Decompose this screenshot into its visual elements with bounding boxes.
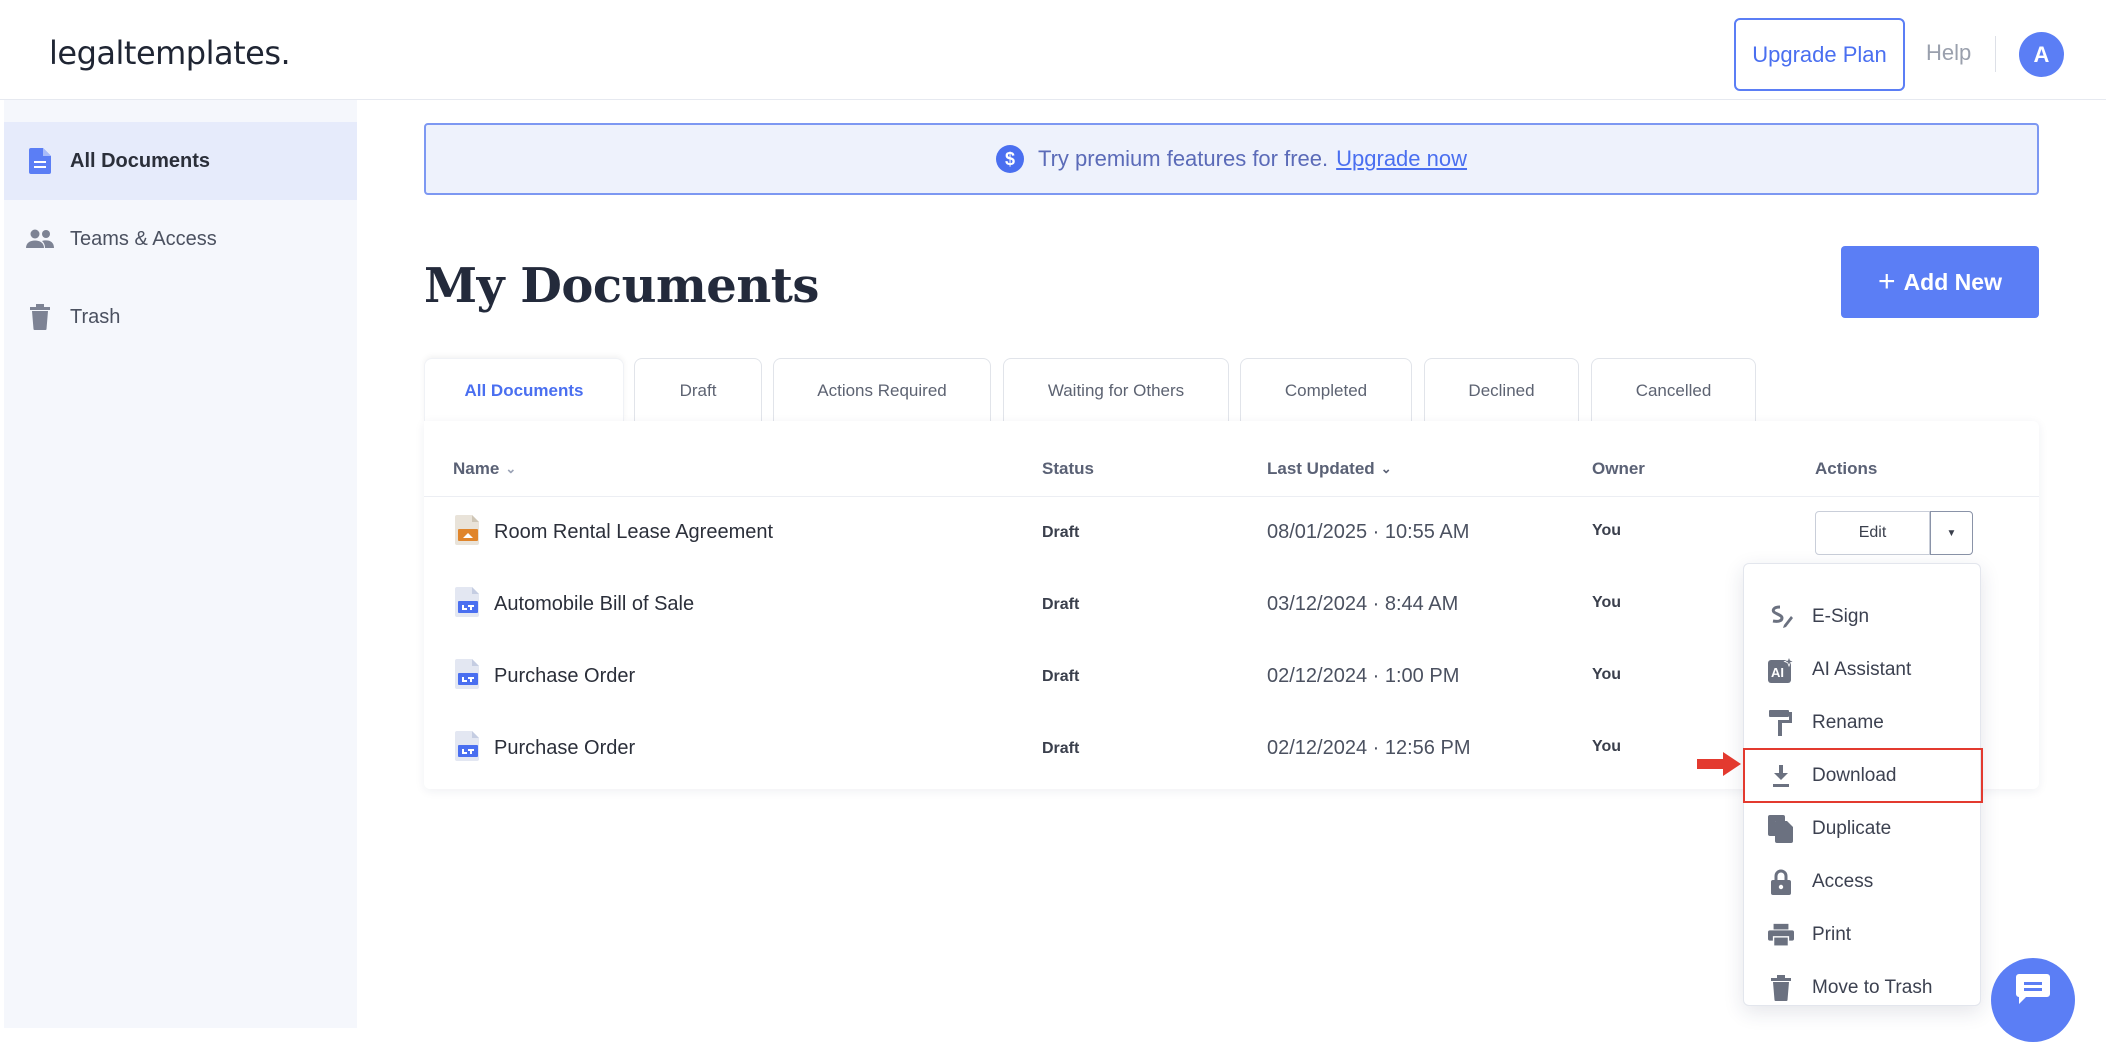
help-link[interactable]: Help — [1926, 40, 1971, 66]
column-header-last-updated[interactable]: Last Updated ⌄ — [1267, 459, 1392, 479]
promo-banner: $ Try premium features for free. Upgrade… — [424, 123, 2039, 195]
tab-cancelled[interactable]: Cancelled — [1591, 358, 1756, 422]
last-updated: 02/12/2024 · 12:56 PM — [1267, 737, 1471, 759]
actions-menu: E-Sign AI AI Assistant Rename Download D… — [1743, 563, 1983, 1006]
tab-all-documents[interactable]: All Documents — [424, 358, 624, 422]
table-row[interactable]: Room Rental Lease Agreement Draft 08/01/… — [424, 497, 2039, 569]
plus-icon: + — [1878, 265, 1896, 298]
sidebar-item-label: All Documents — [70, 149, 211, 172]
menu-item-label: Download — [1812, 764, 1897, 786]
top-bar: legaltemplates. Upgrade Plan Help A — [0, 0, 2106, 100]
promo-text: Try premium features for free. — [1037, 146, 1329, 171]
chat-icon — [2016, 974, 2050, 1009]
sidebar-item-teams-access[interactable]: Teams & Access — [4, 200, 357, 278]
status-badge: Draft — [1042, 524, 1080, 541]
sidebar-item-label: Trash — [70, 305, 121, 328]
menu-item-rename[interactable]: Rename — [1744, 696, 1982, 749]
lt-doc-icon — [455, 731, 481, 761]
tab-completed[interactable]: Completed — [1240, 358, 1412, 422]
chevron-down-icon: ⌄ — [505, 461, 517, 476]
ai-assistant-icon: AI — [1768, 656, 1794, 683]
tab-declined[interactable]: Declined — [1424, 358, 1579, 422]
tab-draft[interactable]: Draft — [634, 358, 762, 422]
page-title: My Documents — [424, 258, 819, 314]
column-label: Name — [453, 459, 500, 478]
menu-item-label: Access — [1812, 870, 1874, 892]
sidebar-item-label: Teams & Access — [70, 227, 217, 250]
menu-item-print[interactable]: Print — [1744, 908, 1982, 961]
upgrade-now-link[interactable]: Upgrade now — [1336, 146, 1467, 172]
tab-actions-required[interactable]: Actions Required — [773, 358, 991, 422]
trash-icon — [26, 303, 54, 331]
download-icon — [1768, 763, 1794, 789]
people-icon — [26, 225, 54, 253]
lt-doc-icon — [455, 587, 481, 617]
menu-item-access[interactable]: Access — [1744, 855, 1982, 908]
paint-roller-icon — [1768, 709, 1794, 736]
add-new-label: Add New — [1903, 268, 2002, 295]
menu-item-label: Print — [1812, 923, 1852, 945]
menu-item-label: Duplicate — [1812, 817, 1892, 839]
edit-button[interactable]: Edit — [1815, 511, 1930, 555]
status-badge: Draft — [1042, 596, 1080, 613]
sidebar-item-all-documents[interactable]: All Documents — [4, 122, 357, 200]
divider — [1995, 36, 1996, 72]
document-name[interactable]: Room Rental Lease Agreement — [494, 521, 773, 544]
menu-item-label: E-Sign — [1812, 605, 1870, 627]
sidebar: All Documents Teams & Access Trash — [4, 100, 357, 1028]
owner: You — [1592, 594, 1622, 611]
lt-doc-icon — [455, 659, 481, 689]
owner: You — [1592, 666, 1622, 683]
arrow-right-icon — [1697, 752, 1741, 776]
menu-item-label: Move to Trash — [1812, 976, 1933, 998]
edit-split-button: Edit ▼ — [1815, 511, 1973, 555]
owner: You — [1592, 738, 1622, 755]
add-new-button[interactable]: + Add New — [1841, 246, 2039, 318]
print-icon — [1768, 922, 1794, 948]
esign-icon — [1768, 604, 1794, 630]
avatar[interactable]: A — [2019, 32, 2064, 77]
lease-doc-icon — [455, 515, 481, 545]
tab-waiting-for-others[interactable]: Waiting for Others — [1003, 358, 1229, 422]
column-header-owner: Owner — [1592, 459, 1645, 478]
document-name[interactable]: Automobile Bill of Sale — [494, 593, 694, 616]
dollar-icon: $ — [995, 145, 1024, 173]
svg-text:AI: AI — [1771, 665, 1784, 680]
owner: You — [1592, 522, 1622, 539]
caret-down-icon: ▼ — [1946, 527, 1957, 539]
menu-item-duplicate[interactable]: Duplicate — [1744, 802, 1982, 855]
menu-item-label: Rename — [1812, 711, 1884, 733]
last-updated: 08/01/2025 · 10:55 AM — [1267, 521, 1470, 543]
upgrade-plan-button[interactable]: Upgrade Plan — [1734, 18, 1905, 91]
chevron-down-icon: ⌄ — [1380, 461, 1392, 476]
actions-dropdown-toggle[interactable]: ▼ — [1930, 511, 1973, 555]
chat-button[interactable] — [1991, 958, 2075, 1042]
column-header-name[interactable]: Name ⌄ — [453, 459, 516, 479]
menu-item-label: AI Assistant — [1812, 658, 1912, 680]
logo[interactable]: legaltemplates. — [49, 34, 291, 72]
trash-icon — [1768, 974, 1794, 1001]
menu-item-esign[interactable]: E-Sign — [1744, 590, 1982, 643]
document-name[interactable]: Purchase Order — [494, 665, 635, 688]
menu-item-move-to-trash[interactable]: Move to Trash — [1744, 961, 1982, 1014]
document-icon — [26, 147, 54, 175]
menu-item-ai-assistant[interactable]: AI AI Assistant — [1744, 643, 1982, 696]
sidebar-item-trash[interactable]: Trash — [4, 278, 357, 356]
duplicate-icon — [1768, 814, 1794, 843]
lock-icon — [1768, 869, 1794, 895]
column-header-actions: Actions — [1815, 459, 1878, 478]
menu-item-download[interactable]: Download — [1743, 748, 1983, 803]
last-updated: 03/12/2024 · 8:44 AM — [1267, 593, 1459, 615]
column-label: Last Updated — [1267, 459, 1375, 478]
last-updated: 02/12/2024 · 1:00 PM — [1267, 665, 1460, 687]
document-name[interactable]: Purchase Order — [494, 737, 635, 760]
status-badge: Draft — [1042, 740, 1080, 757]
status-badge: Draft — [1042, 668, 1080, 685]
column-header-status: Status — [1042, 459, 1094, 478]
